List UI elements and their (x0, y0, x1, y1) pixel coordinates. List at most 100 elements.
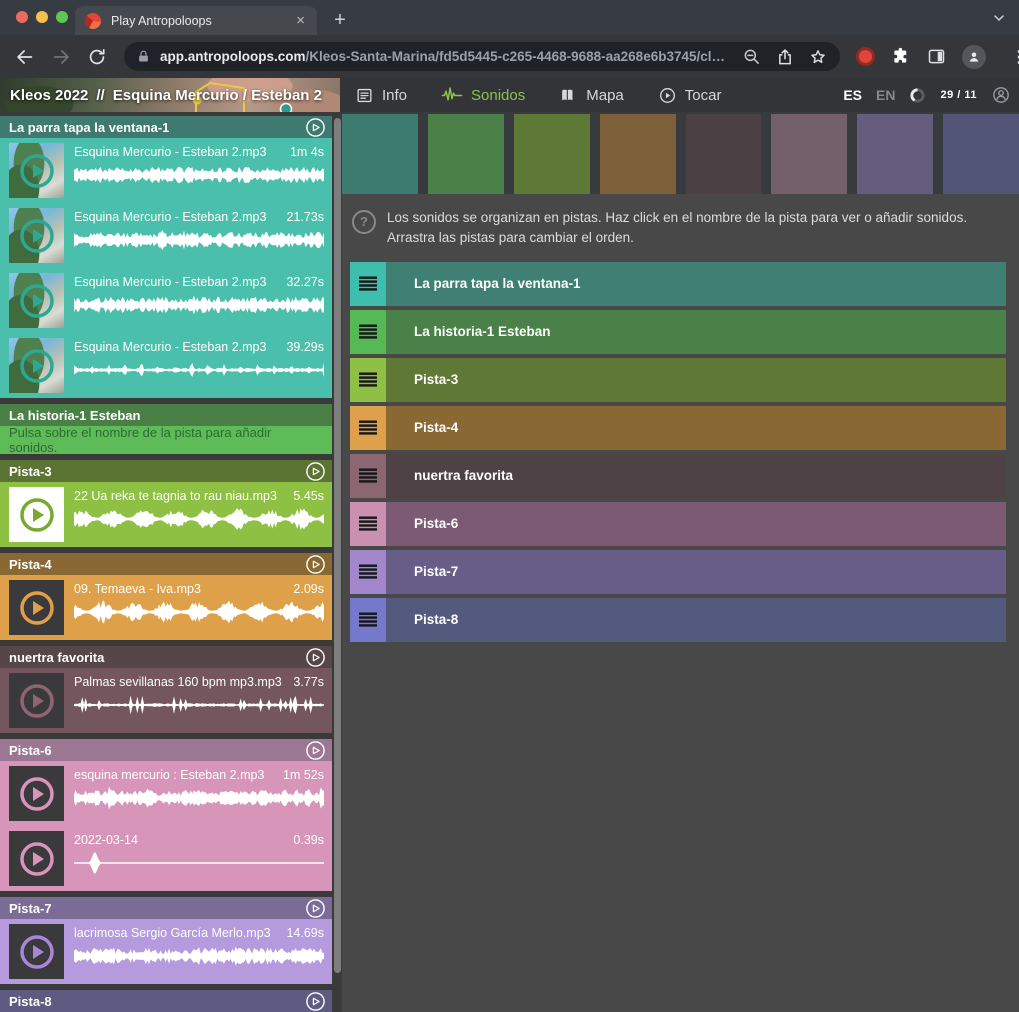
play-track-icon[interactable] (305, 461, 326, 482)
forward-icon[interactable] (50, 46, 72, 68)
screen-record-extension-icon[interactable] (856, 47, 875, 66)
track-color-column[interactable] (857, 114, 933, 194)
clip-thumbnail[interactable] (9, 766, 64, 821)
play-clip-icon[interactable] (17, 495, 57, 535)
browser-tab[interactable]: Play Antropoloops × (75, 6, 317, 35)
clip-thumbnail[interactable] (9, 487, 64, 542)
back-icon[interactable] (14, 46, 36, 68)
track-color-column[interactable] (342, 114, 418, 194)
tab-sonidos[interactable]: Sonidos (441, 86, 525, 105)
track-row[interactable]: La parra tapa la ventana-1 (350, 262, 1006, 306)
track-row-label[interactable]: Pista-6 (386, 502, 458, 546)
track-color-column[interactable] (686, 114, 762, 194)
tab-close-icon[interactable]: × (294, 13, 307, 28)
audio-clip[interactable]: Esquina Mercurio - Esteban 2.mp332.27s (0, 268, 332, 333)
track-row-label[interactable]: Pista-8 (386, 598, 458, 642)
play-track-icon[interactable] (305, 991, 326, 1012)
share-icon[interactable] (775, 47, 795, 67)
clip-thumbnail[interactable] (9, 924, 64, 979)
track-row[interactable]: Pista-8 (350, 598, 1006, 642)
play-clip-icon[interactable] (17, 681, 57, 721)
play-clip-icon[interactable] (17, 839, 57, 879)
track-header[interactable]: La parra tapa la ventana-1 (0, 116, 332, 138)
project-name[interactable]: Kleos 2022 (10, 87, 88, 104)
extensions-puzzle-icon[interactable] (890, 46, 911, 67)
track-header[interactable]: Pista-4 (0, 553, 332, 575)
drag-handle[interactable] (350, 598, 386, 642)
tab-tocar[interactable]: Tocar (658, 86, 722, 105)
audio-clip[interactable]: 09. Temaeva - Iva.mp32.09s (0, 575, 332, 640)
play-clip-icon[interactable] (17, 588, 57, 628)
track-color-column[interactable] (771, 114, 847, 194)
clip-thumbnail[interactable] (9, 208, 64, 263)
tab-info[interactable]: Info (355, 86, 407, 105)
audio-clip[interactable]: esquina mercurio : Esteban 2.mp31m 52s (0, 761, 332, 826)
audio-clip[interactable]: Esquina Mercurio - Esteban 2.mp321.73s (0, 203, 332, 268)
track-row[interactable]: Pista-6 (350, 502, 1006, 546)
fullscreen-window-button[interactable] (56, 11, 68, 23)
track-row[interactable]: Pista-4 (350, 406, 1006, 450)
drag-handle[interactable] (350, 454, 386, 498)
track-row-label[interactable]: Pista-4 (386, 406, 458, 450)
audio-clip[interactable]: 22 Ua reka te tagnia to rau niau.mp35.45… (0, 482, 332, 547)
sidebar-scrollbar[interactable] (334, 118, 341, 973)
audio-clip[interactable]: Esquina Mercurio - Esteban 2.mp31m 4s (0, 138, 332, 203)
play-clip-icon[interactable] (17, 932, 57, 972)
track-row-label[interactable]: La parra tapa la ventana-1 (386, 262, 581, 306)
minimize-window-button[interactable] (36, 11, 48, 23)
play-clip-icon[interactable] (17, 346, 57, 386)
play-clip-icon[interactable] (17, 151, 57, 191)
play-track-icon[interactable] (305, 117, 326, 138)
clip-thumbnail[interactable] (9, 273, 64, 328)
clip-thumbnail[interactable] (9, 580, 64, 635)
clip-thumbnail[interactable] (9, 143, 64, 198)
play-clip-icon[interactable] (17, 216, 57, 256)
track-color-column[interactable] (428, 114, 504, 194)
clip-thumbnail[interactable] (9, 338, 64, 393)
side-panel-icon[interactable] (926, 46, 947, 67)
audio-clip[interactable]: 2022-03-140.39s (0, 826, 332, 891)
track-row-label[interactable]: Pista-3 (386, 358, 458, 402)
audio-clip[interactable]: Esquina Mercurio - Esteban 2.mp339.29s (0, 333, 332, 398)
track-header[interactable]: Pista-7 (0, 897, 332, 919)
track-header[interactable]: nuertra favorita (0, 646, 332, 668)
new-tab-button[interactable]: + (327, 7, 353, 33)
drag-handle[interactable] (350, 550, 386, 594)
track-color-column[interactable] (514, 114, 590, 194)
drag-handle[interactable] (350, 502, 386, 546)
track-row-label[interactable]: La historia-1 Esteban (386, 310, 551, 354)
browser-menu-icon[interactable]: ⋮ (1005, 47, 1019, 67)
track-color-column[interactable] (600, 114, 676, 194)
drag-handle[interactable] (350, 358, 386, 402)
drag-handle[interactable] (350, 310, 386, 354)
track-header[interactable]: Pista-3 (0, 460, 332, 482)
audio-clip[interactable]: lacrimosa Sergio García Merlo.mp314.69s (0, 919, 332, 984)
bookmark-star-icon[interactable] (808, 47, 828, 67)
play-clip-icon[interactable] (17, 281, 57, 321)
address-bar[interactable]: app.antropoloops.com/Kleos-Santa-Marina/… (124, 42, 840, 71)
clip-thumbnail[interactable] (9, 831, 64, 886)
close-window-button[interactable] (16, 11, 28, 23)
profile-avatar[interactable] (962, 45, 986, 69)
play-track-icon[interactable] (305, 898, 326, 919)
tab-mapa[interactable]: Mapa (559, 86, 624, 105)
lang-en-button[interactable]: EN (876, 87, 895, 103)
track-row[interactable]: La historia-1 Esteban (350, 310, 1006, 354)
track-header[interactable]: Pista-8 (0, 990, 332, 1012)
drag-handle[interactable] (350, 406, 386, 450)
account-icon[interactable] (991, 85, 1011, 105)
reload-icon[interactable] (86, 46, 108, 68)
track-row-label[interactable]: nuertra favorita (386, 454, 513, 498)
window-controls[interactable] (16, 11, 68, 23)
play-track-icon[interactable] (305, 740, 326, 761)
clip-thumbnail[interactable] (9, 673, 64, 728)
track-row[interactable]: nuertra favorita (350, 454, 1006, 498)
drag-handle[interactable] (350, 262, 386, 306)
lang-es-button[interactable]: ES (843, 87, 862, 103)
track-header[interactable]: Pista-6 (0, 739, 332, 761)
track-header[interactable]: La historia-1 Esteban (0, 404, 332, 426)
track-row[interactable]: Pista-7 (350, 550, 1006, 594)
audio-clip[interactable]: Palmas sevillanas 160 bpm mp3.mp33.77s (0, 668, 332, 733)
tab-search-chevron-icon[interactable] (991, 10, 1007, 26)
play-track-icon[interactable] (305, 554, 326, 575)
